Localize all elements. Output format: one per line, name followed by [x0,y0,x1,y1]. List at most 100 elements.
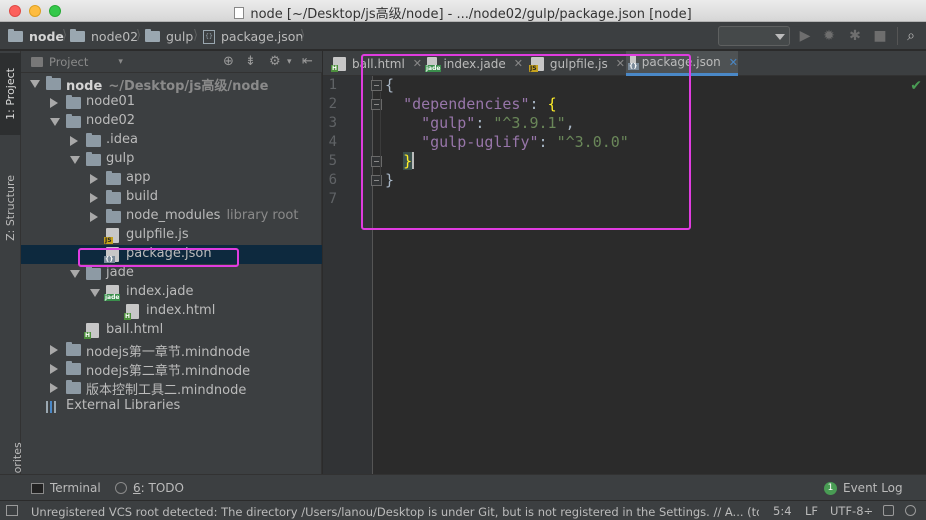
tree-row[interactable]: .idea [21,131,322,150]
stop-icon[interactable]: ■ [872,28,888,44]
chevron-down-icon: ▾ [118,57,123,67]
toolbar-divider [897,27,898,45]
tree-row[interactable]: app [21,169,322,188]
document-icon [234,7,245,19]
project-icon [31,57,43,67]
chevron-right-icon[interactable] [50,345,58,355]
file-encoding[interactable]: UTF-8÷ [830,504,873,518]
chevron-down-icon[interactable] [70,270,80,278]
chevron-down-icon[interactable] [70,156,80,164]
file-badge: JS [104,237,113,244]
tree-row[interactable]: node_modules library root [21,207,322,226]
todo-button[interactable]: 6: TODO [115,481,184,495]
tree-row[interactable]: 版本控制工具二.mindnode [21,378,322,398]
debug-icon[interactable]: ✹ [821,28,837,44]
encoding-suffix: ÷ [863,504,874,518]
hide-icon[interactable]: ⇤ [302,54,313,69]
tree-item-name: gulp [106,151,135,166]
file-badge: jade [104,294,121,301]
tree-row[interactable]: Hball.html [21,321,322,340]
folder-icon [66,380,81,394]
tree-item-name: index.jade [126,284,194,299]
editor-scrollbar[interactable] [914,76,926,474]
breadcrumb-package-json[interactable]: {} package.json [203,28,303,45]
tree-row[interactable]: Hindex.html [21,302,322,321]
chevron-right-icon[interactable] [90,174,98,184]
tree-item-name: gulpfile.js [126,227,189,242]
tree-item-name: .idea [106,132,138,147]
html-file-icon: H [331,56,346,72]
line-separator[interactable]: LF [805,504,818,518]
terminal-button[interactable]: Terminal [31,481,101,495]
chevron-down-icon[interactable]: ▾ [287,57,292,67]
tree-row-label: External Libraries [66,398,180,413]
breadcrumb-separator: ⟩ [62,28,68,43]
chevron-right-icon[interactable] [70,136,78,146]
library-icon [46,401,61,413]
tree-row[interactable]: nodejs第一章节.mindnode [21,340,322,360]
tree-row[interactable]: JS gulpfile.js [21,226,322,245]
project-panel-header: Project ▾ ⊕ ⇟ ⚙ ▾ ⇤ [21,51,322,73]
gear-icon[interactable]: ⚙ [269,54,281,69]
tree-row[interactable]: build [21,188,322,207]
tree-item-name: index.html [146,303,216,318]
breadcrumb-node02[interactable]: node02 [70,28,138,45]
chevron-down-icon[interactable] [30,80,40,88]
tree-item-name: External Libraries [66,398,181,413]
tree-row[interactable]: node ~/Desktop/js高级/node [21,74,322,94]
tab-structure-label: Z: Structure [4,175,17,241]
chevron-right-icon[interactable] [90,212,98,222]
tree-row[interactable]: node02 [21,112,322,131]
tree-row[interactable]: jade index.jade [21,283,322,302]
tree-row[interactable]: node01 [21,93,322,112]
tree-item-name: build [126,189,158,204]
tree-item-name: node [66,79,103,94]
chevron-right-icon[interactable] [90,193,98,203]
folder-icon [66,95,81,109]
inspector-icon[interactable] [905,505,916,516]
breadcrumb-label: node [29,29,64,44]
folder-icon [66,361,81,375]
tree-row-label: build [126,189,158,204]
chevron-right-icon[interactable] [50,383,58,393]
collapse-all-icon[interactable]: ⇟ [245,54,256,69]
tab-structure[interactable]: Z: Structure [0,143,21,273]
tree-row-label: gulpfile.js [126,227,189,242]
tree-row-label: nodejs第二章节.mindnode [86,360,250,379]
tab-project[interactable]: 1: Project [0,53,21,135]
tree-row[interactable]: External Libraries [21,397,322,416]
run-configuration-select[interactable] [718,26,790,46]
locate-icon[interactable]: ⊕ [223,54,234,69]
project-view-selector[interactable]: Project ▾ [31,55,123,69]
terminal-icon [31,482,44,494]
run-icon[interactable]: ▶ [797,28,813,44]
line-number: 5 [328,153,337,169]
coverage-icon[interactable]: ✱ [847,28,863,44]
lock-icon[interactable] [883,505,894,516]
event-log-button[interactable]: 1 Event Log [824,481,903,495]
tree-item-name: 版本控制工具二.mindnode [86,383,247,398]
caret-position[interactable]: 5:4 [773,504,792,518]
folder-icon [66,342,81,356]
js-file-icon: JS [104,228,119,244]
close-icon[interactable]: ✕ [729,56,738,69]
json-file-icon: {} [203,29,215,44]
tree-row[interactable]: gulp [21,150,322,169]
chevron-right-icon[interactable] [50,98,58,108]
status-message[interactable]: Unregistered VCS root detected: The dire… [31,504,759,520]
chevron-right-icon[interactable] [50,364,58,374]
chevron-down-icon [775,34,785,40]
search-icon[interactable]: ⌕ [903,28,919,44]
tree-row[interactable]: nodejs第二章节.mindnode [21,359,322,379]
tool-windows-icon[interactable] [6,505,18,516]
line-number: 3 [328,115,337,131]
folder-icon [86,266,101,280]
chevron-down-icon[interactable] [90,289,100,297]
tree-row-label: jade [106,265,134,280]
breadcrumb-gulp[interactable]: gulp [145,28,193,45]
breadcrumb-node[interactable]: node [8,28,64,45]
line-number: 1 [328,77,337,93]
window-titlebar: node [~/Desktop/js高级/node] - .../node02/… [0,0,926,22]
line-number: 6 [328,172,337,188]
chevron-down-icon[interactable] [50,118,60,126]
